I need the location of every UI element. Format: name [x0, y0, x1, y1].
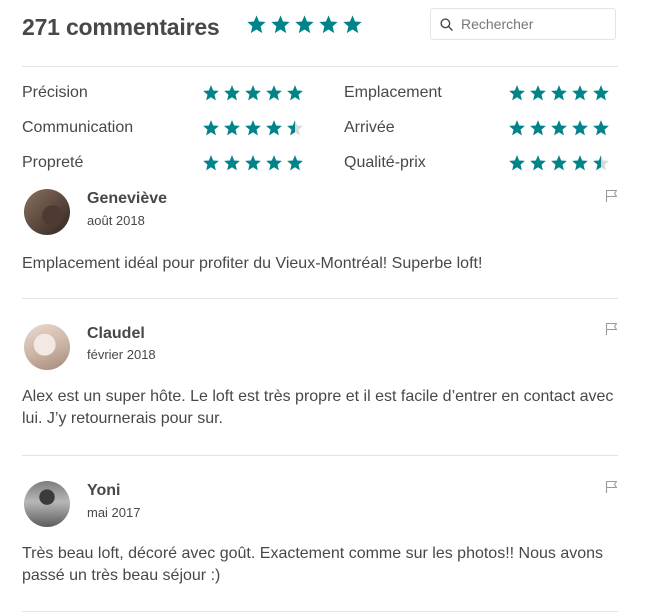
divider [22, 611, 618, 612]
page-title: 271 commentaires [22, 14, 220, 40]
star-icon [509, 85, 525, 101]
rating-label-proprete: Propreté [22, 154, 84, 171]
review-item: Geneviève août 2018 Emplacement idéal po… [22, 186, 618, 286]
divider [22, 455, 618, 456]
star-icon [295, 15, 314, 34]
reviewer-name: Geneviève [87, 190, 168, 207]
star-icon [203, 155, 219, 171]
star-icon [266, 85, 282, 101]
star-icon [572, 155, 588, 171]
star-icon [287, 85, 303, 101]
avatar[interactable] [24, 324, 70, 370]
star-icon [245, 155, 261, 171]
review-text: Alex est un super hôte. Le loft est très… [22, 388, 614, 427]
avatar[interactable] [24, 481, 70, 527]
rating-stars-emplacement [508, 84, 610, 102]
star-icon [266, 155, 282, 171]
review-text: Emplacement idéal pour profiter du Vieux… [22, 255, 483, 272]
avatar[interactable] [24, 189, 70, 235]
rating-label-emplacement: Emplacement [344, 84, 442, 101]
star-icon [593, 85, 609, 101]
flag-icon[interactable] [605, 480, 619, 494]
star-icon [343, 15, 362, 34]
star-icon [593, 155, 609, 171]
divider [22, 66, 618, 67]
star-icon [319, 15, 338, 34]
review-item: Claudel février 2018 Alex est un super h… [22, 322, 618, 442]
search-box[interactable] [430, 8, 616, 40]
star-icon [271, 15, 290, 34]
star-icon [572, 85, 588, 101]
star-icon [593, 120, 609, 136]
review-text: Très beau loft, décoré avec goût. Exacte… [22, 545, 604, 584]
star-icon [551, 120, 567, 136]
star-icon [530, 85, 546, 101]
star-icon [530, 155, 546, 171]
search-icon [440, 17, 453, 31]
rating-label-communication: Communication [22, 119, 134, 136]
star-icon [551, 85, 567, 101]
star-icon [266, 120, 282, 136]
search-input[interactable] [459, 15, 613, 33]
star-icon [287, 120, 303, 136]
review-date: août 2018 [87, 213, 145, 228]
star-icon [245, 120, 261, 136]
star-icon [530, 120, 546, 136]
star-icon [203, 85, 219, 101]
reviewer-name: Claudel [87, 325, 145, 342]
review-date: février 2018 [87, 347, 156, 362]
review-date: mai 2017 [87, 505, 141, 520]
star-icon [509, 120, 525, 136]
rating-stars-arrivee [508, 119, 610, 137]
star-icon [203, 120, 219, 136]
reviews-header: 271 commentaires [22, 8, 618, 48]
star-icon [245, 85, 261, 101]
rating-label-precision: Précision [22, 84, 88, 101]
star-icon [572, 120, 588, 136]
divider [22, 298, 618, 299]
star-icon [509, 155, 525, 171]
star-icon [224, 155, 240, 171]
star-icon [287, 155, 303, 171]
rating-stars-precision [202, 84, 304, 102]
rating-label-qualite-prix: Qualité-prix [344, 154, 426, 171]
overall-rating-stars [246, 14, 363, 35]
rating-stars-qualite-prix [508, 154, 610, 172]
star-icon [224, 120, 240, 136]
star-icon [247, 15, 266, 34]
flag-icon[interactable] [605, 189, 619, 203]
rating-stars-communication [202, 119, 304, 137]
review-item: Yoni mai 2017 Très beau loft, décoré ave… [22, 479, 618, 599]
star-icon [551, 155, 567, 171]
reviewer-name: Yoni [87, 482, 121, 499]
star-icon [224, 85, 240, 101]
rating-label-arrivee: Arrivée [344, 119, 395, 136]
flag-icon[interactable] [605, 322, 619, 336]
rating-stars-proprete [202, 154, 304, 172]
